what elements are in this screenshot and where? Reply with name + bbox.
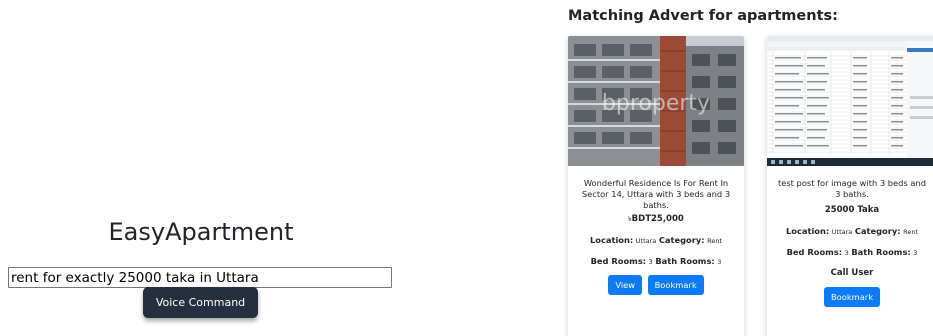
bookmark-button[interactable]: Bookmark xyxy=(823,287,881,307)
apartment-photo[interactable]: bproperty xyxy=(568,36,744,166)
image-watermark: bproperty xyxy=(602,91,710,116)
location-category-row: Location: Uttara Category: Rent xyxy=(767,226,933,236)
bath-rooms-value: 3 xyxy=(913,249,918,257)
location-category-row: Location: Uttara Category: Rent xyxy=(568,235,744,245)
category-value: Rent xyxy=(707,237,723,245)
advert-price: ৳BDT25,000 xyxy=(568,213,744,225)
view-button[interactable]: View xyxy=(608,275,643,295)
location-label: Location: xyxy=(785,226,830,236)
category-label: Category: xyxy=(658,235,705,245)
advert-price: 25000 Taka xyxy=(824,205,880,215)
advert-card: test post for image with 3 beds and 3 ba… xyxy=(767,36,933,336)
bed-rooms-value: 3 xyxy=(844,249,849,257)
advert-description: Wonderful Residence Is For Rent In Secto… xyxy=(581,178,731,210)
app-title: EasyApartment xyxy=(108,218,294,246)
rooms-row: Bed Rooms: 3 Bath Rooms: 3 xyxy=(767,247,933,257)
bed-rooms-label: Bed Rooms: xyxy=(786,247,843,257)
bath-rooms-label: Bath Rooms: xyxy=(851,247,911,257)
results-heading: Matching Advert for apartments: xyxy=(568,8,838,24)
advert-description: test post for image with 3 beds and 3 ba… xyxy=(777,178,926,199)
card-actions: Bookmark xyxy=(767,287,933,307)
price-value: BDT25,000 xyxy=(631,214,684,224)
apartment-photo[interactable] xyxy=(767,36,933,166)
bookmark-button[interactable]: Bookmark xyxy=(647,275,704,295)
search-query-input[interactable] xyxy=(8,267,392,288)
voice-command-button[interactable]: Voice Command xyxy=(143,287,258,318)
bath-rooms-label: Bath Rooms: xyxy=(655,256,715,266)
bath-rooms-value: 3 xyxy=(717,258,722,266)
call-user-link[interactable]: Call User xyxy=(767,268,933,278)
advert-card: bproperty Wonderful Residence Is For Ren… xyxy=(568,36,744,336)
location-value: Uttara xyxy=(831,228,853,236)
spreadsheet-screenshot-image xyxy=(767,36,933,166)
category-value: Rent xyxy=(903,228,919,236)
card-actions: View Bookmark xyxy=(568,275,744,295)
building-image: bproperty xyxy=(568,36,744,166)
category-label: Category: xyxy=(854,226,901,236)
location-label: Location: xyxy=(589,235,634,245)
rooms-row: Bed Rooms: 3 Bath Rooms: 3 xyxy=(568,256,744,266)
location-value: Uttara xyxy=(635,237,657,245)
bed-rooms-value: 3 xyxy=(648,258,653,266)
bed-rooms-label: Bed Rooms: xyxy=(590,256,647,266)
